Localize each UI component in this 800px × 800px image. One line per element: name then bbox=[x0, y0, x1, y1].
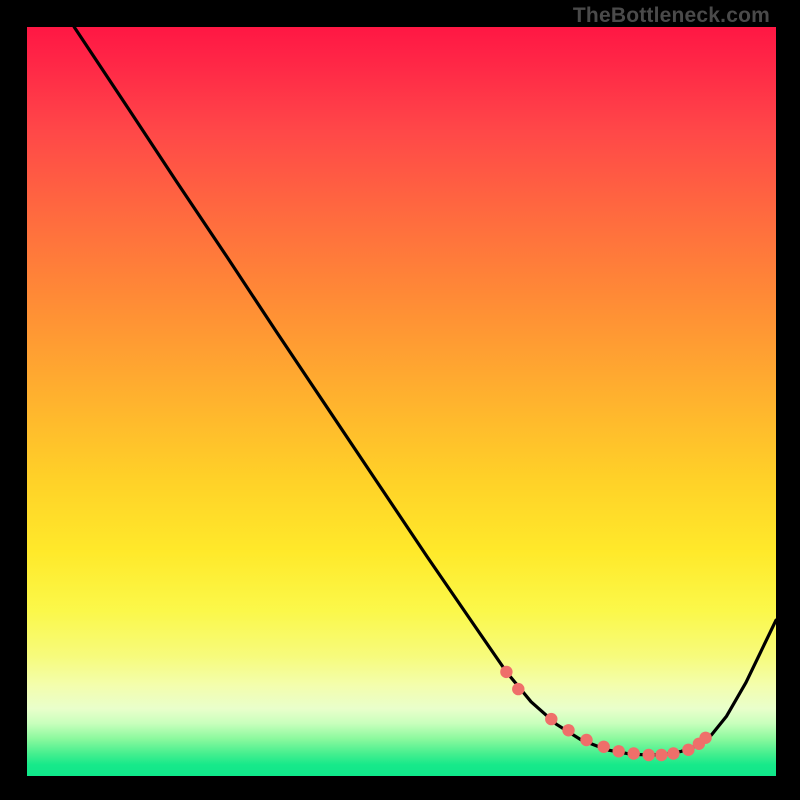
highlight-dot bbox=[643, 749, 655, 761]
highlight-dots bbox=[500, 666, 712, 762]
highlight-dot bbox=[562, 724, 574, 736]
chart-frame: TheBottleneck.com bbox=[0, 0, 800, 800]
highlight-dot bbox=[545, 713, 557, 725]
highlight-dot bbox=[598, 741, 610, 753]
chart-svg bbox=[27, 27, 776, 776]
highlight-dot bbox=[699, 732, 711, 744]
highlight-dot bbox=[500, 666, 512, 678]
watermark-text: TheBottleneck.com bbox=[573, 4, 770, 28]
highlight-dot bbox=[580, 734, 592, 746]
highlight-dot bbox=[512, 683, 524, 695]
bottleneck-curve bbox=[74, 27, 776, 755]
highlight-dot bbox=[628, 747, 640, 759]
highlight-dot bbox=[613, 745, 625, 757]
highlight-dot bbox=[667, 747, 679, 759]
highlight-dot bbox=[655, 749, 667, 761]
highlight-dot bbox=[682, 744, 694, 756]
plot-area bbox=[27, 27, 776, 776]
